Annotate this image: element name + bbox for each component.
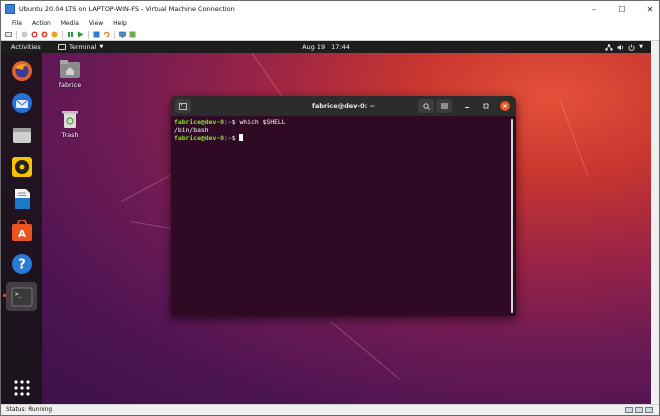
rhythmbox-icon[interactable] <box>10 155 34 179</box>
window-title: Ubuntu 20.04 LTS on LAPTOP-WIN-FS - Virt… <box>19 5 235 13</box>
menu-view[interactable]: View <box>89 20 103 27</box>
terminal-close-button[interactable] <box>500 101 510 111</box>
vm-connection-icon <box>5 4 15 14</box>
search-icon <box>422 102 430 110</box>
hamburger-menu-button[interactable] <box>436 99 452 113</box>
menu-file[interactable]: File <box>12 20 22 27</box>
gnome-top-bar: Activities Terminal ▼ Aug 19 17:44 ▼ <box>1 41 651 53</box>
system-menu-chevron-icon: ▼ <box>639 44 643 50</box>
show-applications-icon[interactable] <box>10 376 34 400</box>
prompt-dollar: $ <box>231 134 240 142</box>
trash-desktop-icon[interactable]: Trash <box>50 109 90 139</box>
window-titlebar[interactable]: Ubuntu 20.04 LTS on LAPTOP-WIN-FS - Virt… <box>1 1 659 17</box>
help-icon[interactable]: ? <box>10 252 34 276</box>
menu-bar: File Action Media View Help <box>1 17 659 29</box>
shut-down-icon[interactable] <box>41 31 48 38</box>
guest-desktop[interactable]: Activities Terminal ▼ Aug 19 17:44 ▼ A ?… <box>1 41 651 404</box>
terminal-scrollbar[interactable] <box>511 119 513 313</box>
turn-off-icon[interactable] <box>31 31 38 38</box>
search-button[interactable] <box>418 99 434 113</box>
close-button[interactable]: ✕ <box>645 5 655 14</box>
window-controls: – ☐ ✕ <box>589 1 655 17</box>
wallpaper-line <box>560 101 589 177</box>
terminal-minimize-button[interactable] <box>462 101 472 111</box>
lock-status-icon <box>645 407 653 413</box>
terminal-headerbar[interactable]: fabrice@dev-0: ~ <box>171 96 516 116</box>
vm-side-margin <box>651 41 659 404</box>
status-text: Status: Running <box>6 407 53 413</box>
firefox-icon[interactable] <box>10 59 34 83</box>
enhanced-session-icon[interactable] <box>119 31 126 38</box>
close-icon <box>502 103 508 109</box>
status-bar: Status: Running <box>1 404 659 415</box>
command-output: /bin/bash <box>174 126 209 134</box>
command-text: which $SHELL <box>239 118 286 126</box>
terminal-line-output: /bin/bash <box>174 126 513 134</box>
ubuntu-dock: A ? >_ <box>1 53 42 404</box>
files-icon[interactable] <box>10 123 34 147</box>
terminal-maximize-button[interactable] <box>481 101 491 111</box>
hamburger-icon <box>440 103 448 109</box>
menu-media[interactable]: Media <box>61 20 79 27</box>
start-icon[interactable] <box>21 31 28 38</box>
menu-help[interactable]: Help <box>113 20 127 27</box>
toolbar-separator <box>114 30 115 39</box>
status-icons <box>625 407 653 413</box>
checkpoint-icon[interactable] <box>93 31 100 38</box>
share-icon[interactable] <box>129 31 136 38</box>
menu-action[interactable]: Action <box>32 20 51 27</box>
network-icon <box>605 43 613 51</box>
terminal-app-icon <box>58 44 66 50</box>
thunderbird-icon[interactable] <box>10 91 34 115</box>
save-state-icon[interactable] <box>51 31 58 38</box>
maximize-button[interactable]: ☐ <box>617 5 627 14</box>
svg-text:A: A <box>18 229 26 240</box>
volume-icon <box>617 44 624 50</box>
svg-text:?: ? <box>18 258 26 273</box>
mouse-status-icon <box>635 407 643 413</box>
terminal-line-command: fabrice@dev-0:~$ which $SHELL <box>174 118 513 126</box>
revert-icon[interactable] <box>103 31 110 38</box>
maximize-icon <box>483 103 489 109</box>
terminal-window[interactable]: fabrice@dev-0: ~ fabrice@dev-0:~$ which … <box>171 96 516 316</box>
prompt-user: fabrice@dev-0 <box>174 134 225 142</box>
libreoffice-writer-icon[interactable] <box>10 187 34 211</box>
power-icon <box>628 43 635 51</box>
svg-text:>_: >_ <box>15 291 23 298</box>
home-folder-icon <box>60 60 80 78</box>
terminal-output[interactable]: fabrice@dev-0:~$ which $SHELL /bin/bash … <box>171 116 516 316</box>
trash-icon <box>62 111 78 128</box>
system-tray[interactable]: ▼ <box>605 41 643 53</box>
text-cursor <box>239 134 244 141</box>
vm-toolbar <box>1 29 659 41</box>
app-menu[interactable]: Terminal ▼ <box>58 41 103 53</box>
prompt-user: fabrice@dev-0 <box>174 118 225 126</box>
trash-label: Trash <box>61 131 79 139</box>
pause-icon[interactable] <box>67 31 74 38</box>
toolbar-separator <box>62 30 63 39</box>
ctrl-alt-del-icon[interactable] <box>5 31 12 38</box>
toolbar-separator <box>88 30 89 39</box>
terminal-icon[interactable]: >_ <box>10 285 34 309</box>
ubuntu-software-icon[interactable]: A <box>10 219 34 243</box>
keyboard-status-icon <box>625 407 633 413</box>
home-folder-desktop-icon[interactable]: fabrice <box>50 59 90 89</box>
clock-time: 17:44 <box>331 43 350 51</box>
activities-button[interactable]: Activities <box>11 43 41 51</box>
app-menu-label: Terminal <box>69 43 97 51</box>
chevron-down-icon: ▼ <box>99 44 104 50</box>
resume-icon[interactable] <box>77 31 84 38</box>
terminal-line-prompt: fabrice@dev-0:~$ <box>174 134 513 142</box>
home-folder-label: fabrice <box>58 81 82 89</box>
vm-connection-window: Ubuntu 20.04 LTS on LAPTOP-WIN-FS - Virt… <box>0 0 660 416</box>
wallpaper-line <box>330 321 400 380</box>
toolbar-separator <box>16 30 17 39</box>
minimize-button[interactable]: – <box>589 5 599 14</box>
clock-date: Aug 19 <box>302 43 326 51</box>
minimize-icon <box>465 107 469 108</box>
running-indicator <box>3 294 6 297</box>
